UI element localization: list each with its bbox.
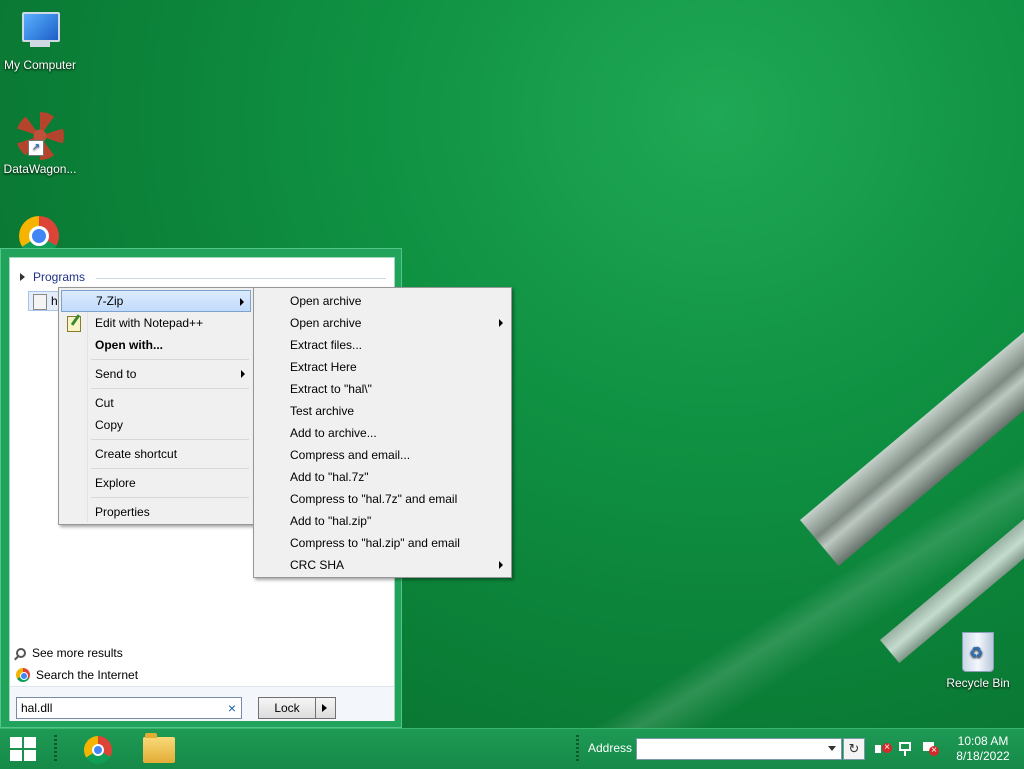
search-icon — [16, 648, 26, 658]
menu-item-crc-sha[interactable]: CRC SHA — [256, 554, 509, 576]
submenu-7zip: Open archive Open archive Extract files.… — [253, 287, 512, 578]
menu-item-cut[interactable]: Cut — [61, 392, 251, 414]
start-search-bar: × Lock — [10, 686, 394, 721]
programs-header[interactable]: Programs — [20, 270, 85, 284]
menu-item-properties[interactable]: Properties — [61, 501, 251, 523]
submenu-arrow-icon — [240, 298, 244, 306]
notepadpp-icon — [67, 316, 81, 332]
menu-item-extract-files[interactable]: Extract files... — [256, 334, 509, 356]
menu-separator — [91, 468, 249, 469]
address-input[interactable] — [636, 738, 842, 760]
start-search-input[interactable] — [16, 697, 242, 719]
desktop-icon-recycle-bin[interactable]: Recycle Bin — [940, 632, 1016, 690]
address-refresh-button[interactable]: ↻ — [843, 738, 865, 760]
desktop-icon-label: DataWagon... — [3, 162, 77, 176]
file-icon — [33, 294, 47, 310]
submenu-arrow-icon — [499, 319, 503, 327]
wallpaper-streak — [800, 185, 1024, 566]
see-more-results-link[interactable]: See more results — [16, 642, 138, 664]
menu-item-add-to-archive[interactable]: Add to archive... — [256, 422, 509, 444]
menu-item-explore[interactable]: Explore — [61, 472, 251, 494]
address-dropdown-icon[interactable] — [826, 741, 838, 757]
clock-date: 8/18/2022 — [956, 749, 1010, 763]
menu-item-open-archive[interactable]: Open archive — [256, 290, 509, 312]
datawagon-icon: ↗ — [16, 112, 64, 160]
menu-item-test-archive[interactable]: Test archive — [256, 400, 509, 422]
menu-item-create-shortcut[interactable]: Create shortcut — [61, 443, 251, 465]
menu-item-add-to-7z[interactable]: Add to "hal.7z" — [256, 466, 509, 488]
taskbar: Address ↻ 10:08 AM 8/18/2022 — [0, 728, 1024, 769]
desktop-icon-datawagon[interactable]: ↗ DataWagon... — [0, 112, 80, 176]
menu-item-7zip[interactable]: 7-Zip — [61, 290, 251, 312]
windows-logo-icon — [24, 750, 36, 761]
menu-separator — [91, 388, 249, 389]
desktop-icon-label: My Computer — [3, 58, 77, 72]
expand-triangle-icon — [20, 273, 25, 281]
chrome-icon — [16, 668, 30, 682]
computer-icon — [16, 8, 64, 56]
menu-item-extract-here[interactable]: Extract Here — [256, 356, 509, 378]
shortcut-arrow-icon: ↗ — [28, 140, 44, 156]
menu-item-copy[interactable]: Copy — [61, 414, 251, 436]
desktop-icon-label: Recycle Bin — [946, 676, 1010, 690]
clear-search-icon[interactable]: × — [224, 699, 240, 717]
menu-separator — [91, 439, 249, 440]
menu-item-compress-email[interactable]: Compress and email... — [256, 444, 509, 466]
windows-logo-icon — [24, 737, 36, 748]
divider — [96, 278, 386, 279]
taskbar-clock[interactable]: 10:08 AM 8/18/2022 — [948, 734, 1018, 764]
menu-separator — [91, 359, 249, 360]
menu-item-send-to[interactable]: Send to — [61, 363, 251, 385]
address-label: Address — [588, 741, 633, 755]
menu-item-compress-zip-email[interactable]: Compress to "hal.zip" and email — [256, 532, 509, 554]
volume-muted-icon[interactable] — [874, 741, 892, 757]
submenu-arrow-icon — [499, 561, 503, 569]
menu-item-compress-7z-email[interactable]: Compress to "hal.7z" and email — [256, 488, 509, 510]
start-button[interactable] — [10, 737, 36, 761]
windows-logo-icon — [10, 737, 22, 748]
menu-item-edit-notepadpp[interactable]: Edit with Notepad++ — [61, 312, 251, 334]
taskbar-file-explorer-button[interactable] — [143, 733, 175, 763]
menu-item-open-with[interactable]: Open with... — [61, 334, 251, 356]
menu-item-extract-to[interactable]: Extract to "hal\" — [256, 378, 509, 400]
lock-button[interactable]: Lock — [258, 697, 316, 719]
submenu-arrow-icon — [241, 370, 245, 378]
menu-item-add-to-zip[interactable]: Add to "hal.zip" — [256, 510, 509, 532]
network-icon[interactable] — [898, 741, 914, 757]
desktop-icon-my-computer[interactable]: My Computer — [0, 8, 80, 72]
start-bottom-links: See more results Search the Internet — [16, 642, 138, 686]
windows-logo-icon — [10, 750, 22, 761]
search-internet-link[interactable]: Search the Internet — [16, 664, 138, 686]
taskbar-grip[interactable] — [54, 735, 57, 763]
context-menu: 7-Zip Edit with Notepad++ Open with... S… — [58, 287, 254, 525]
recycle-bin-icon — [962, 632, 994, 672]
toolbar-grip[interactable] — [576, 735, 579, 763]
menu-item-open-archive-sub[interactable]: Open archive — [256, 312, 509, 334]
menu-separator — [91, 497, 249, 498]
action-center-flag-icon[interactable] — [922, 741, 939, 757]
power-options-arrow-button[interactable] — [316, 697, 336, 719]
taskbar-chrome-button[interactable] — [84, 736, 112, 764]
clock-time: 10:08 AM — [957, 734, 1009, 748]
